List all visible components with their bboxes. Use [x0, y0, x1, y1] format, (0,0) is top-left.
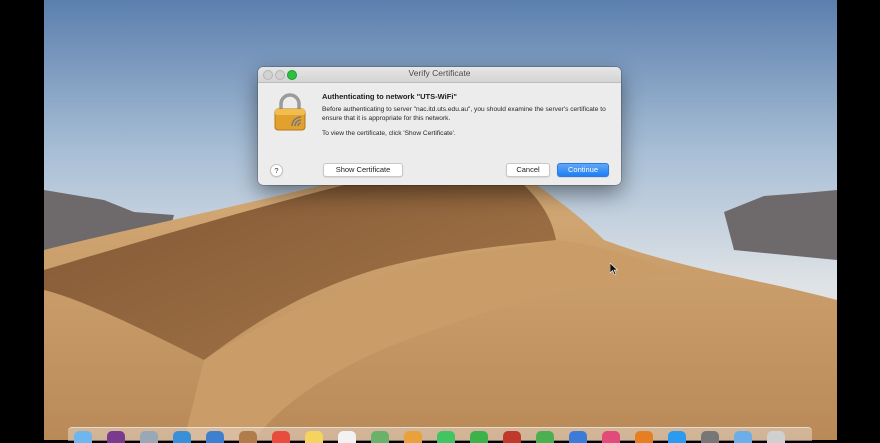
- desktop-wallpaper: [44, 0, 837, 440]
- photo-booth-icon[interactable]: [503, 431, 521, 443]
- dialog-message: Before authenticating to server "nac.itd…: [322, 106, 606, 122]
- dialog-hint: To view the certificate, click 'Show Cer…: [322, 130, 456, 137]
- calendar-icon[interactable]: [272, 431, 290, 443]
- wifi-lock-icon: [274, 93, 306, 131]
- photos-icon[interactable]: [404, 431, 422, 443]
- siri-icon[interactable]: [107, 431, 125, 443]
- facetime-icon[interactable]: [470, 431, 488, 443]
- continue-button[interactable]: Continue: [557, 163, 609, 177]
- cancel-button[interactable]: Cancel: [506, 163, 550, 177]
- keynote-icon[interactable]: [569, 431, 587, 443]
- safari-icon[interactable]: [173, 431, 191, 443]
- dialog-heading: Authenticating to network "UTS-WiFi": [322, 92, 457, 101]
- notes-icon[interactable]: [305, 431, 323, 443]
- mouse-cursor: [610, 263, 618, 275]
- finder-icon[interactable]: [74, 431, 92, 443]
- dialog-titlebar: Verify Certificate: [258, 67, 621, 83]
- folder-icon[interactable]: [734, 431, 752, 443]
- app-store-icon[interactable]: [668, 431, 686, 443]
- show-certificate-button[interactable]: Show Certificate: [323, 163, 403, 177]
- trash-icon[interactable]: [767, 431, 785, 443]
- itunes-icon[interactable]: [602, 431, 620, 443]
- dock: [68, 427, 812, 443]
- numbers-icon[interactable]: [536, 431, 554, 443]
- mail-icon[interactable]: [206, 431, 224, 443]
- verify-certificate-dialog: Verify Certificate Authenticating to net…: [258, 67, 621, 185]
- help-button[interactable]: ?: [270, 164, 283, 177]
- messages-icon[interactable]: [437, 431, 455, 443]
- contacts-icon[interactable]: [239, 431, 257, 443]
- reminders-icon[interactable]: [338, 431, 356, 443]
- desktop: [44, 0, 837, 440]
- books-icon[interactable]: [635, 431, 653, 443]
- maps-icon[interactable]: [371, 431, 389, 443]
- launchpad-icon[interactable]: [140, 431, 158, 443]
- system-preferences-icon[interactable]: [701, 431, 719, 443]
- dialog-title: Verify Certificate: [408, 68, 471, 78]
